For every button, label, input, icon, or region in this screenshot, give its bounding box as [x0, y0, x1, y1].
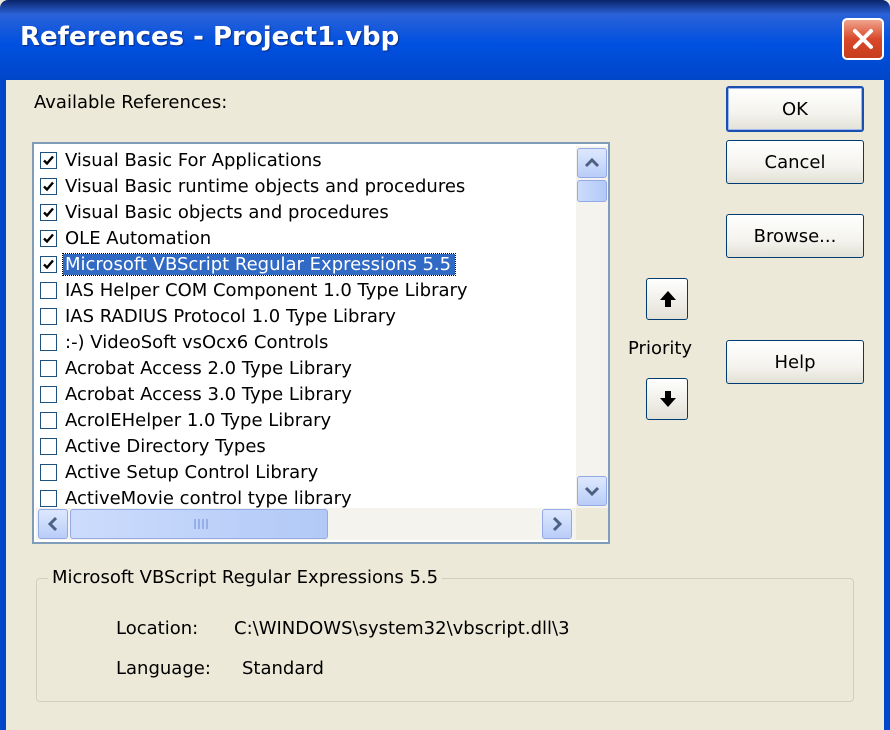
check-icon — [43, 207, 54, 217]
window-frame-left — [0, 80, 6, 730]
ok-button[interactable]: OK — [726, 86, 864, 132]
list-item[interactable]: IAS RADIUS Protocol 1.0 Type Library — [40, 303, 400, 329]
reference-checkbox[interactable] — [40, 489, 57, 507]
reference-checkbox[interactable] — [40, 437, 57, 455]
arrow-down-icon — [660, 391, 676, 407]
list-item-label: Acrobat Access 2.0 Type Library — [65, 357, 352, 379]
scroll-down-button[interactable] — [577, 476, 607, 506]
list-item-selected[interactable]: Microsoft VBScript Regular Expressions 5… — [40, 251, 457, 277]
list-item[interactable]: AcroIEHelper 1.0 Type Library — [40, 407, 335, 433]
location-value: C:\WINDOWS\system32\vbscript.dll\3 — [234, 618, 570, 639]
list-item[interactable]: Visual Basic objects and procedures — [40, 199, 393, 225]
chevron-down-icon — [584, 486, 600, 497]
list-item[interactable]: Active Directory Types — [40, 433, 270, 459]
list-item-label: AcroIEHelper 1.0 Type Library — [65, 409, 332, 431]
chevron-left-icon — [47, 516, 58, 532]
list-item[interactable]: :-) VideoSoft vsOcx6 Controls — [40, 329, 332, 355]
scroll-up-button[interactable] — [577, 148, 607, 178]
list-item-label: IAS RADIUS Protocol 1.0 Type Library — [65, 305, 396, 327]
reference-checkbox[interactable] — [40, 281, 57, 299]
reference-checkbox[interactable] — [40, 385, 57, 403]
list-item-label: Visual Basic objects and procedures — [65, 201, 389, 223]
chevron-up-icon — [584, 157, 600, 168]
list-item[interactable]: Visual Basic runtime objects and procedu… — [40, 173, 469, 199]
horizontal-scrollbar[interactable] — [36, 508, 576, 540]
check-icon — [43, 259, 54, 269]
vertical-scroll-thumb[interactable] — [577, 180, 607, 202]
reference-checkbox[interactable] — [40, 333, 57, 351]
chevron-right-icon — [552, 516, 563, 532]
reference-checkbox[interactable] — [40, 307, 57, 325]
help-button[interactable]: Help — [726, 340, 864, 384]
available-references-label: Available References: — [34, 92, 228, 113]
cancel-button[interactable]: Cancel — [726, 140, 864, 184]
reference-checkbox[interactable] — [40, 359, 57, 377]
priority-down-button[interactable] — [646, 378, 688, 420]
vertical-scrollbar[interactable] — [576, 146, 608, 508]
browse-button[interactable]: Browse... — [726, 214, 864, 258]
reference-checkbox[interactable] — [40, 151, 57, 169]
list-item[interactable]: Acrobat Access 2.0 Type Library — [40, 355, 356, 381]
list-item-label: ActiveMovie control type library — [65, 487, 352, 509]
reference-checkbox[interactable] — [40, 229, 57, 247]
list-item[interactable]: Visual Basic For Applications — [40, 147, 326, 173]
reference-details-group — [36, 578, 854, 702]
references-listbox[interactable]: Visual Basic For Applications Visual Basi… — [32, 142, 610, 544]
reference-checkbox[interactable] — [40, 177, 57, 195]
title-bar[interactable]: References - Project1.vbp — [0, 0, 890, 80]
check-icon — [43, 181, 54, 191]
list-item-label: Visual Basic runtime objects and procedu… — [65, 175, 466, 197]
reference-checkbox[interactable] — [40, 255, 57, 273]
window-frame-right — [884, 80, 890, 730]
priority-label: Priority — [628, 338, 693, 359]
grip-icon — [194, 519, 208, 529]
reference-checkbox[interactable] — [40, 463, 57, 481]
reference-checkbox[interactable] — [40, 411, 57, 429]
scroll-left-button[interactable] — [38, 509, 68, 539]
list-item-label: Active Setup Control Library — [65, 461, 319, 483]
horizontal-scroll-thumb[interactable] — [70, 509, 328, 539]
reference-details-title: Microsoft VBScript Regular Expressions 5… — [48, 567, 443, 588]
check-icon — [43, 155, 54, 165]
scroll-right-button[interactable] — [542, 509, 572, 539]
close-icon — [853, 29, 873, 49]
list-item[interactable]: OLE Automation — [40, 225, 215, 251]
list-item-label: Visual Basic For Applications — [65, 149, 322, 171]
list-item-label: OLE Automation — [65, 227, 212, 249]
language-value: Standard — [242, 658, 324, 679]
location-label: Location: — [116, 618, 199, 639]
scrollbar-corner — [576, 508, 608, 540]
list-item[interactable]: Acrobat Access 3.0 Type Library — [40, 381, 356, 407]
check-icon — [43, 233, 54, 243]
list-item[interactable]: IAS Helper COM Component 1.0 Type Librar… — [40, 277, 472, 303]
close-button[interactable] — [842, 18, 884, 60]
list-item-label: Microsoft VBScript Regular Expressions 5… — [61, 252, 457, 276]
list-item[interactable]: Active Setup Control Library — [40, 459, 322, 485]
list-item-label: IAS Helper COM Component 1.0 Type Librar… — [65, 279, 468, 301]
language-label: Language: — [116, 658, 211, 679]
reference-checkbox[interactable] — [40, 203, 57, 221]
list-item-label: Acrobat Access 3.0 Type Library — [65, 383, 352, 405]
list-item-label: :-) VideoSoft vsOcx6 Controls — [65, 331, 329, 353]
window-title: References - Project1.vbp — [20, 22, 400, 52]
arrow-up-icon — [660, 291, 676, 307]
list-item-label: Active Directory Types — [65, 435, 266, 457]
priority-up-button[interactable] — [646, 278, 688, 320]
